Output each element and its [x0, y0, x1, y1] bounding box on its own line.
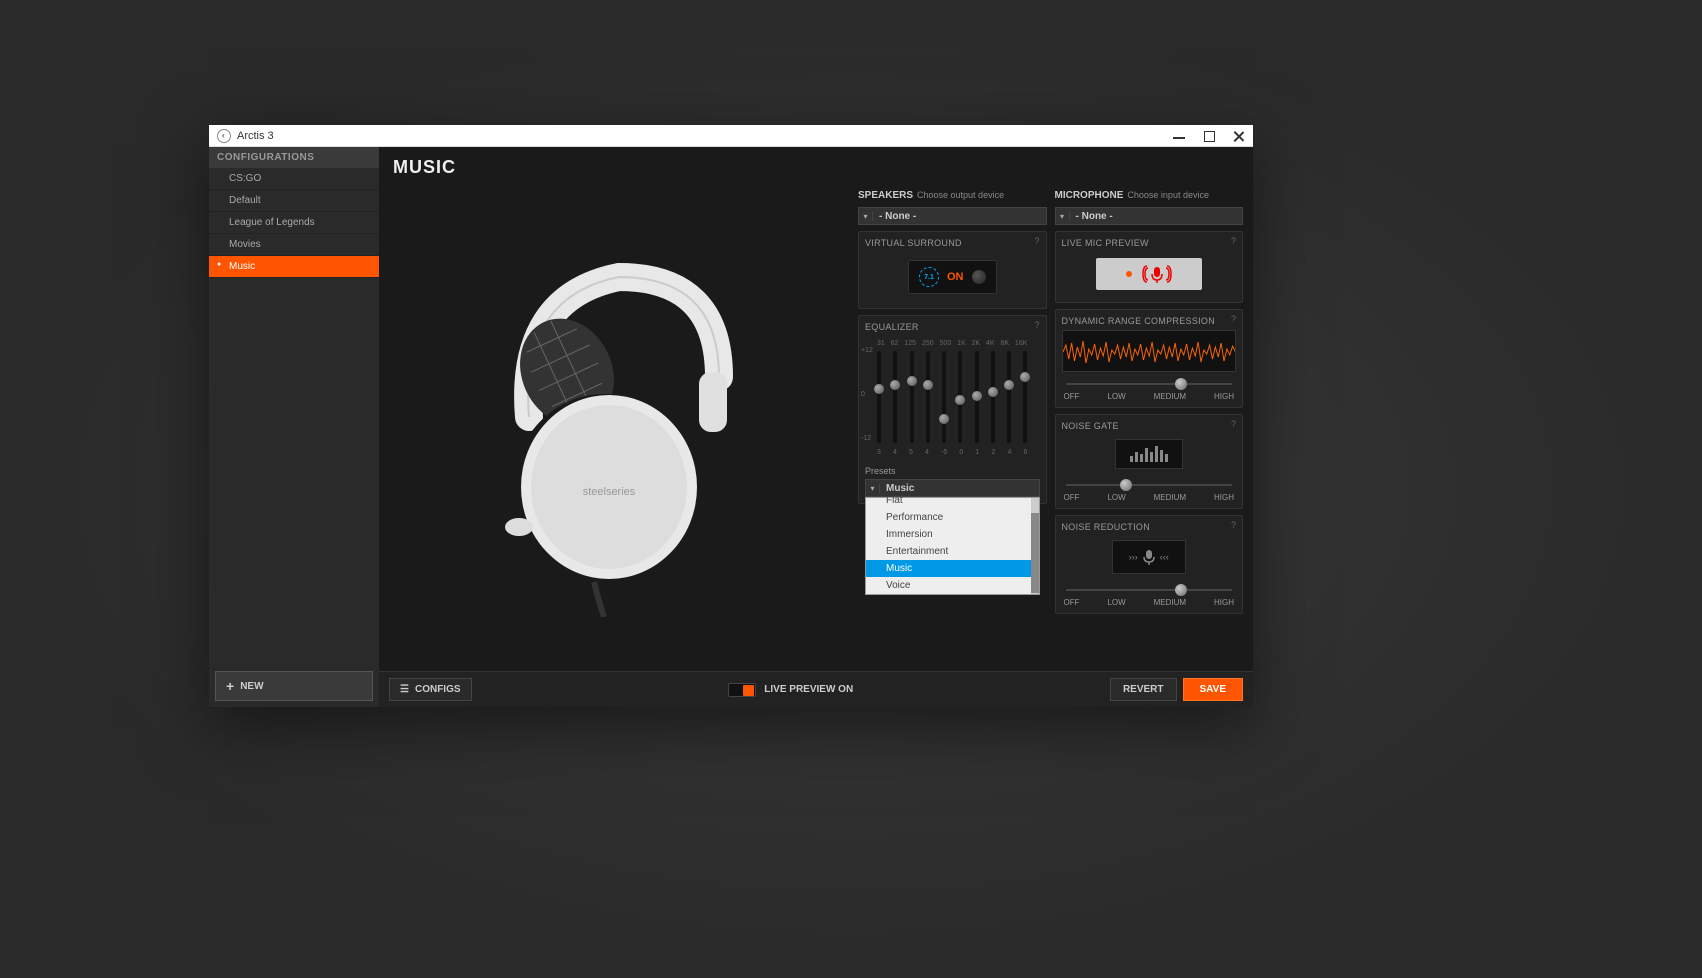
- eq-slider-125[interactable]: [910, 351, 914, 443]
- mic-subtitle: Choose input device: [1127, 190, 1209, 200]
- eq-slider-1k[interactable]: [958, 351, 962, 443]
- page-title: MUSIC: [379, 147, 1253, 182]
- microphone-column: MICROPHONE Choose input device ▾ - None …: [1055, 190, 1244, 663]
- preset-option-voice[interactable]: Voice: [866, 577, 1039, 594]
- live-preview-label: LIVE PREVIEW ON: [764, 684, 853, 695]
- mic-live-icon: [1142, 264, 1172, 284]
- preset-dropdown[interactable]: ▾ Music Flat Performance Immersion Enter…: [865, 479, 1040, 497]
- maximize-button[interactable]: [1203, 130, 1215, 142]
- presets-label: Presets: [865, 466, 1040, 476]
- eq-band-labels: 31621252505001K2K4K8K16K: [865, 340, 1040, 347]
- preset-option-immersion[interactable]: Immersion: [866, 526, 1039, 543]
- help-icon[interactable]: ?: [1034, 320, 1039, 330]
- equalizer-title: EQUALIZER: [865, 322, 1040, 332]
- mic-preview-button[interactable]: [1096, 258, 1202, 290]
- eq-slider-16k[interactable]: [1023, 351, 1027, 443]
- revert-button[interactable]: REVERT: [1110, 678, 1177, 701]
- preset-option-performance[interactable]: Performance: [866, 509, 1039, 526]
- drc-waveform: [1062, 330, 1237, 372]
- eq-slider-4k[interactable]: [991, 351, 995, 443]
- eq-slider-2k[interactable]: [975, 351, 979, 443]
- sidebar: CONFIGURATIONS CS:GO Default League of L…: [209, 147, 379, 707]
- speakers-column: SPEAKERS Choose output device ▾ - None -…: [858, 190, 1047, 663]
- gate-labels: OFFLOWMEDIUMHIGH: [1062, 493, 1237, 502]
- surround-toggle[interactable]: 7.1 ON: [908, 260, 997, 294]
- configs-button[interactable]: ☰ CONFIGS: [389, 678, 472, 701]
- speakers-title: SPEAKERS: [858, 190, 913, 201]
- mic-input-value: - None -: [1070, 211, 1119, 222]
- surround-71-icon: 7.1: [919, 267, 939, 287]
- preset-option-entertainment[interactable]: Entertainment: [866, 543, 1039, 560]
- noise-gate-section: NOISE GATE ?: [1055, 414, 1244, 509]
- noise-reduction-section: NOISE REDUCTION ? ››› ‹‹‹: [1055, 515, 1244, 614]
- close-button[interactable]: [1233, 130, 1245, 142]
- speakers-output-select[interactable]: ▾ - None -: [858, 207, 1047, 225]
- config-item-music[interactable]: Music: [209, 256, 379, 278]
- surround-state: ON: [947, 271, 964, 283]
- config-item-csgo[interactable]: CS:GO: [209, 168, 379, 190]
- drc-labels: OFFLOWMEDIUMHIGH: [1062, 392, 1237, 401]
- eq-slider-500[interactable]: [942, 351, 946, 443]
- help-icon[interactable]: ?: [1231, 419, 1236, 429]
- config-item-lol[interactable]: League of Legends: [209, 212, 379, 234]
- gate-slider[interactable]: [1066, 481, 1233, 489]
- preset-menu: Flat Performance Immersion Entertainment…: [865, 497, 1040, 595]
- eq-slider-8k[interactable]: [1007, 351, 1011, 443]
- main-panel: MUSIC: [379, 147, 1253, 707]
- help-icon[interactable]: ?: [1231, 314, 1236, 324]
- eq-slider-62[interactable]: [893, 351, 897, 443]
- config-item-movies[interactable]: Movies: [209, 234, 379, 256]
- preset-option-music[interactable]: Music: [866, 560, 1039, 577]
- nr-labels: OFFLOWMEDIUMHIGH: [1062, 598, 1237, 607]
- app-icon: ◐: [217, 129, 231, 143]
- live-preview-toggle[interactable]: LIVE PREVIEW ON: [728, 683, 853, 697]
- footer: ☰ CONFIGS LIVE PREVIEW ON REVERT SAVE: [379, 671, 1253, 707]
- nr-slider[interactable]: [1066, 586, 1233, 594]
- config-list: CS:GO Default League of Legends Movies M…: [209, 168, 379, 665]
- eq-slider-31[interactable]: [877, 351, 881, 443]
- noise-reduction-icon: ››› ‹‹‹: [1112, 540, 1186, 574]
- minimize-button[interactable]: [1173, 130, 1185, 142]
- mic-input-select[interactable]: ▾ - None -: [1055, 207, 1244, 225]
- app-window: ◐ Arctis 3 CONFIGURATIONS CS:GO Default …: [209, 125, 1253, 707]
- mic-title: MICROPHONE: [1055, 190, 1124, 201]
- eq-value-labels: 3454-501246: [865, 447, 1040, 456]
- nr-title: NOISE REDUCTION: [1062, 522, 1237, 532]
- surround-title: VIRTUAL SURROUND: [865, 238, 1040, 248]
- dropdown-arrow-icon: ▾: [859, 212, 873, 221]
- drc-section: DYNAMIC RANGE COMPRESSION ?: [1055, 309, 1244, 408]
- dropdown-arrow-icon: ▾: [1056, 212, 1070, 221]
- toggle-knob-icon: [972, 270, 986, 284]
- preset-scrollbar[interactable]: [1031, 498, 1039, 594]
- new-config-button[interactable]: NEW: [215, 671, 373, 701]
- gate-title: NOISE GATE: [1062, 421, 1237, 431]
- sidebar-header: CONFIGURATIONS: [209, 147, 379, 168]
- list-icon: ☰: [400, 684, 409, 695]
- save-button[interactable]: SAVE: [1183, 678, 1244, 701]
- record-dot-icon: [1126, 271, 1132, 277]
- virtual-surround-section: VIRTUAL SURROUND ? 7.1 ON: [858, 231, 1047, 309]
- help-icon[interactable]: ?: [1034, 236, 1039, 246]
- eq-slider-250[interactable]: [926, 351, 930, 443]
- brand-text: steelseries: [582, 486, 635, 498]
- help-icon[interactable]: ?: [1231, 236, 1236, 246]
- speakers-subtitle: Choose output device: [917, 190, 1004, 200]
- titlebar: ◐ Arctis 3: [209, 125, 1253, 147]
- product-image: steelseries: [379, 182, 858, 671]
- help-icon[interactable]: ?: [1231, 520, 1236, 530]
- equalizer-section: EQUALIZER ? 31621252505001K2K4K8K16K +12…: [858, 315, 1047, 504]
- mic-preview-title: LIVE MIC PREVIEW: [1062, 238, 1237, 248]
- drc-title: DYNAMIC RANGE COMPRESSION: [1062, 316, 1237, 326]
- mic-preview-section: LIVE MIC PREVIEW ?: [1055, 231, 1244, 303]
- window-title: Arctis 3: [237, 130, 1173, 142]
- config-item-default[interactable]: Default: [209, 190, 379, 212]
- drc-slider[interactable]: [1066, 380, 1233, 388]
- toggle-switch-icon: [728, 683, 756, 697]
- eq-sliders: +12 0 -12: [865, 347, 1040, 447]
- noise-gate-icon: [1115, 439, 1183, 469]
- speakers-output-value: - None -: [873, 211, 922, 222]
- preset-option-flat[interactable]: Flat: [866, 492, 1039, 509]
